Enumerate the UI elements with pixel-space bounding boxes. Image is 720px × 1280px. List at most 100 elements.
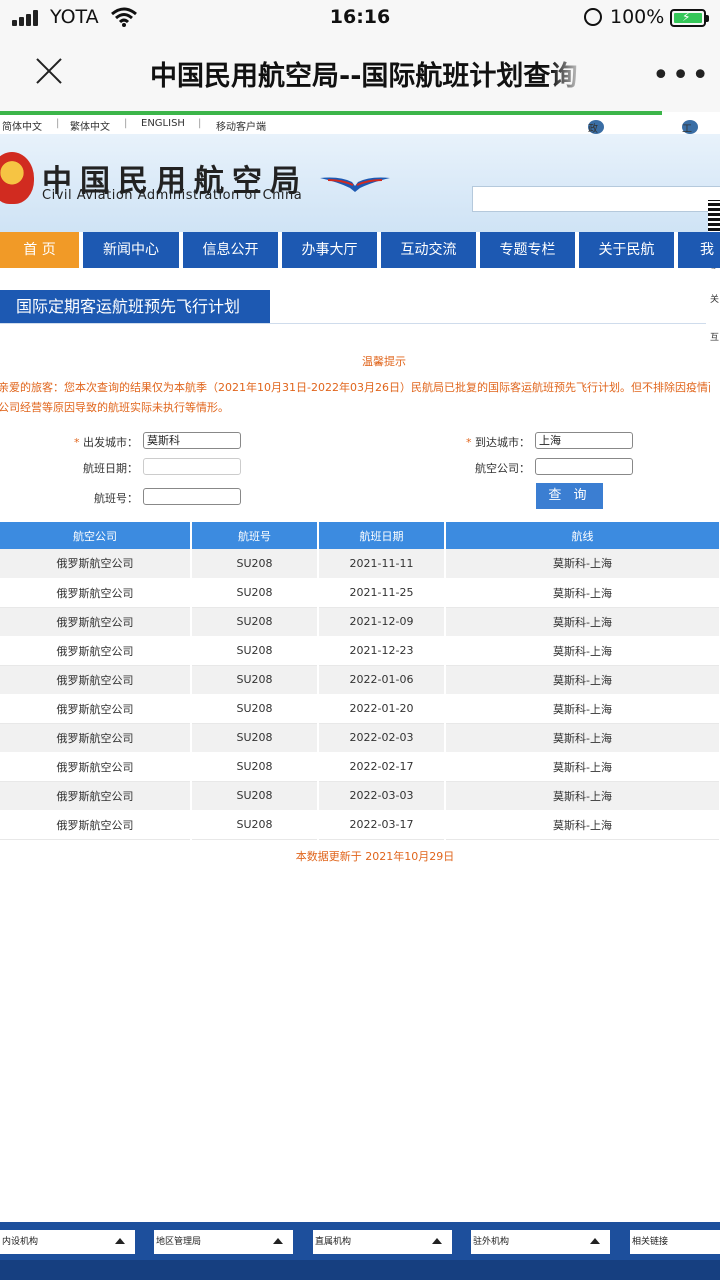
divider: | <box>198 118 202 129</box>
chevron-up-icon <box>115 1238 125 1244</box>
depart-city-input[interactable]: 莫斯科 <box>143 432 241 449</box>
cell-airline: 俄罗斯航空公司 <box>0 549 192 579</box>
link-traditional-chinese[interactable]: 繁体中文 <box>70 118 110 133</box>
cell-flight-number: SU208 <box>191 549 319 579</box>
cell-flight-date: 2022-02-17 <box>318 752 446 782</box>
cell-airline: 俄罗斯航空公司 <box>0 578 192 608</box>
data-updated-note: 本数据更新于 2021年10月29日 <box>295 850 455 863</box>
table-row: 俄罗斯航空公司 SU208 2021-12-23 莫斯科-上海 <box>0 636 720 666</box>
link-english[interactable]: ENGLISH <box>141 118 185 129</box>
cell-flight-date: 2021-11-25 <box>318 578 446 608</box>
cell-flight-number: SU208 <box>191 578 319 608</box>
col-header-route: 航线 <box>445 522 720 549</box>
footer-select-label: 驻外机构 <box>473 1237 510 1247</box>
footer-strip <box>0 1260 720 1280</box>
nav-service-hall[interactable]: 办事大厅 <box>282 232 377 268</box>
alarm-icon <box>584 8 602 26</box>
footer-select-direct-orgs[interactable]: 直属机构 <box>313 1230 452 1254</box>
footer-select-regional-admin[interactable]: 地区管理局 <box>154 1230 293 1254</box>
status-bar: YOTA 16:16 100% <box>0 0 720 36</box>
cell-route: 莫斯科-上海 <box>445 723 720 753</box>
tips-title: 温馨提示 <box>362 355 406 368</box>
cell-flight-number: SU208 <box>191 607 319 637</box>
table-row: 俄罗斯航空公司 SU208 2022-01-20 莫斯科-上海 <box>0 694 720 724</box>
footer-select-related-links[interactable]: 相关链接 <box>630 1230 720 1254</box>
query-button[interactable]: 查 询 <box>536 483 603 509</box>
nav-news-center[interactable]: 新闻中心 <box>83 232 179 268</box>
more-icon[interactable]: ••• <box>652 58 711 93</box>
cell-flight-date: 2022-01-20 <box>318 694 446 724</box>
top-links-bar: 简体中文 | 繁体中文 | ENGLISH | 移动客户端 政府邮箱 工作 <box>0 115 720 180</box>
divider <box>0 323 706 324</box>
cell-flight-date: 2021-11-11 <box>318 549 446 579</box>
page-title: 中国民用航空局--国际航班计划查询 <box>150 61 578 92</box>
depart-city-label: * 出发城市： <box>60 434 138 450</box>
cell-airline: 俄罗斯航空公司 <box>0 781 192 811</box>
site-header: 中国民用航空局 Civil Aviation Administration of… <box>0 134 720 232</box>
cell-flight-number: SU208 <box>191 694 319 724</box>
nav-more[interactable]: 我 <box>678 232 720 268</box>
arrive-city-label-text: 到达城市： <box>475 436 530 449</box>
caac-wings-logo-icon <box>320 177 390 192</box>
cell-route: 莫斯科-上海 <box>445 578 720 608</box>
table-row: 俄罗斯航空公司 SU208 2022-02-17 莫斯科-上海 <box>0 752 720 782</box>
table-row: 俄罗斯航空公司 SU208 2022-01-06 莫斯科-上海 <box>0 665 720 695</box>
cell-flight-date: 2021-12-23 <box>318 636 446 666</box>
link-mobile-client[interactable]: 移动客户端 <box>216 118 266 133</box>
required-mark: * <box>466 436 472 449</box>
footer-select-label: 内设机构 <box>2 1237 39 1247</box>
national-emblem-icon <box>0 152 34 204</box>
table-row: 俄罗斯航空公司 SU208 2022-03-17 莫斯科-上海 <box>0 810 720 840</box>
cell-airline: 俄罗斯航空公司 <box>0 723 192 753</box>
footer-select-internal-orgs[interactable]: 内设机构 <box>0 1230 135 1254</box>
link-simplified-chinese[interactable]: 简体中文 <box>2 118 42 133</box>
tips-text: 亲爱的旅客：您本次查询的结果仅为本航季（2021年10月31日-2022年03月… <box>0 378 710 418</box>
divider: | <box>124 118 128 129</box>
site-search-input[interactable] <box>472 186 720 212</box>
chevron-up-icon <box>273 1238 283 1244</box>
tips-line-2: 公司经营等原因导致的航班实际未执行等情形。 <box>0 401 229 414</box>
airline-label: 航空公司： <box>475 462 530 475</box>
col-header-flight-number: 航班号 <box>191 522 319 549</box>
cell-route: 莫斯科-上海 <box>445 665 720 695</box>
cell-route: 莫斯科-上海 <box>445 607 720 637</box>
cell-airline: 俄罗斯航空公司 <box>0 752 192 782</box>
cell-flight-number: SU208 <box>191 723 319 753</box>
chevron-up-icon <box>590 1238 600 1244</box>
cell-flight-date: 2022-03-17 <box>318 810 446 840</box>
nav-special-topics[interactable]: 专题专栏 <box>480 232 575 268</box>
table-row: 俄罗斯航空公司 SU208 2021-12-09 莫斯科-上海 <box>0 607 720 637</box>
side-text: 互 <box>710 333 720 343</box>
main-nav: 首 页 新闻中心 信息公开 办事大厅 互动交流 专题专栏 关于民航 我 <box>0 232 720 268</box>
divider: | <box>56 118 60 129</box>
cell-route: 莫斯科-上海 <box>445 636 720 666</box>
airline-input[interactable] <box>535 458 633 475</box>
flight-date-input[interactable] <box>143 458 241 475</box>
table-header-row: 航空公司 航班号 航班日期 航线 <box>0 522 720 549</box>
battery-icon <box>670 9 709 27</box>
flight-date-label: 航班日期： <box>83 462 138 475</box>
cell-flight-number: SU208 <box>191 665 319 695</box>
cell-flight-number: SU208 <box>191 781 319 811</box>
cell-flight-date: 2022-02-03 <box>318 723 446 753</box>
col-header-flight-date: 航班日期 <box>318 522 446 549</box>
site-title-en: Civil Aviation Administration of China <box>42 188 303 203</box>
nav-interaction[interactable]: 互动交流 <box>381 232 476 268</box>
flight-number-label: 航班号： <box>94 492 138 505</box>
arrive-city-input[interactable]: 上海 <box>535 432 633 449</box>
nav-home[interactable]: 首 页 <box>0 232 79 268</box>
nav-info-disclosure[interactable]: 信息公开 <box>183 232 278 268</box>
browser-nav-bar: 中国民用航空局--国际航班计划查询 ••• <box>0 36 720 112</box>
footer-select-overseas-orgs[interactable]: 驻外机构 <box>471 1230 610 1254</box>
cell-flight-date: 2021-12-09 <box>318 607 446 637</box>
table-row: 俄罗斯航空公司 SU208 2021-11-11 莫斯科-上海 <box>0 549 720 579</box>
chevron-up-icon <box>432 1238 442 1244</box>
footer-select-label: 地区管理局 <box>156 1237 202 1247</box>
cell-route: 莫斯科-上海 <box>445 752 720 782</box>
nav-about[interactable]: 关于民航 <box>579 232 674 268</box>
col-header-airline: 航空公司 <box>0 522 192 549</box>
close-icon[interactable] <box>34 56 64 86</box>
arrive-city-label: * 到达城市： <box>452 434 530 450</box>
cell-route: 莫斯科-上海 <box>445 810 720 840</box>
flight-number-input[interactable] <box>143 488 241 505</box>
